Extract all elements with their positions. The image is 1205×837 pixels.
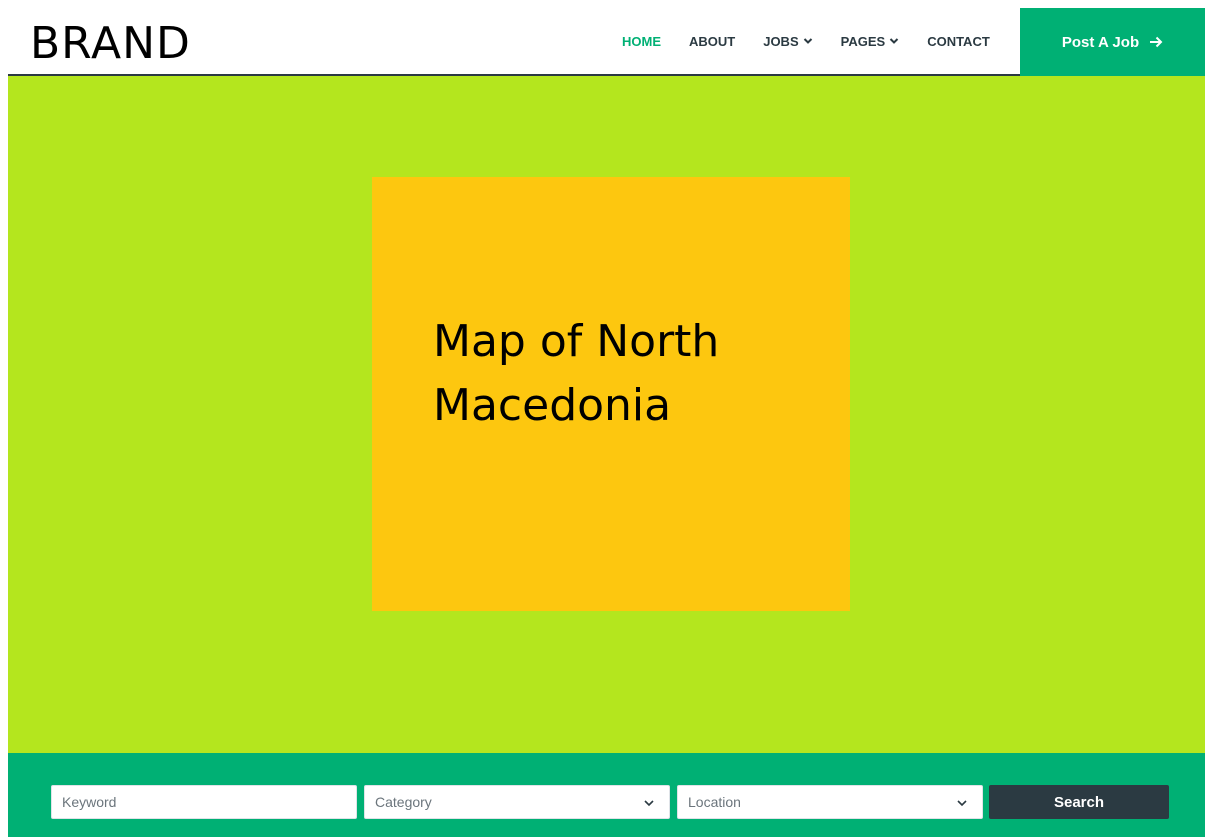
map-placeholder: Map of North Macedonia — [372, 177, 850, 611]
post-job-label: Post A Job — [1061, 33, 1140, 51]
hero-section: Map of North Macedonia — [8, 76, 1205, 753]
map-title: Map of North Macedonia — [433, 316, 720, 431]
location-selected-value: Location — [688, 794, 741, 810]
location-select[interactable]: Location — [677, 785, 983, 819]
search-button[interactable]: Search — [989, 785, 1169, 819]
nav-link-contact[interactable]: CONTACT — [927, 34, 990, 49]
keyword-field[interactable] — [51, 785, 357, 819]
search-bar: Category Location Search — [8, 753, 1205, 837]
nav-link-label: ABOUT — [689, 33, 736, 49]
arrow-right-icon — [1149, 35, 1163, 49]
nav-link-about[interactable]: ABOUT — [689, 34, 735, 49]
category-selected-value: Category — [375, 794, 432, 810]
nav-link-label: PAGES — [840, 33, 886, 49]
nav-link-label: CONTACT — [927, 33, 990, 49]
nav-links: HOME ABOUT JOBS PAGES CONTACT — [622, 8, 1018, 74]
keyword-input[interactable] — [62, 786, 356, 818]
page: BRAND HOME ABOUT JOBS PAGES CONTACT Post… — [8, 8, 1205, 837]
nav-link-pages[interactable]: PAGES — [841, 34, 900, 49]
chevron-down-icon — [643, 797, 655, 809]
nav-link-jobs[interactable]: JOBS — [763, 34, 812, 49]
navbar: BRAND HOME ABOUT JOBS PAGES CONTACT Post… — [8, 8, 1205, 76]
chevron-down-icon — [956, 797, 968, 809]
nav-link-label: HOME — [622, 33, 661, 49]
brand-logo[interactable]: BRAND — [30, 16, 191, 72]
nav-link-label: JOBS — [763, 33, 799, 49]
category-select[interactable]: Category — [364, 785, 670, 819]
chevron-down-icon — [889, 36, 899, 46]
nav-link-home[interactable]: HOME — [622, 34, 661, 49]
post-job-button[interactable]: Post A Job — [1020, 8, 1205, 76]
chevron-down-icon — [803, 36, 813, 46]
